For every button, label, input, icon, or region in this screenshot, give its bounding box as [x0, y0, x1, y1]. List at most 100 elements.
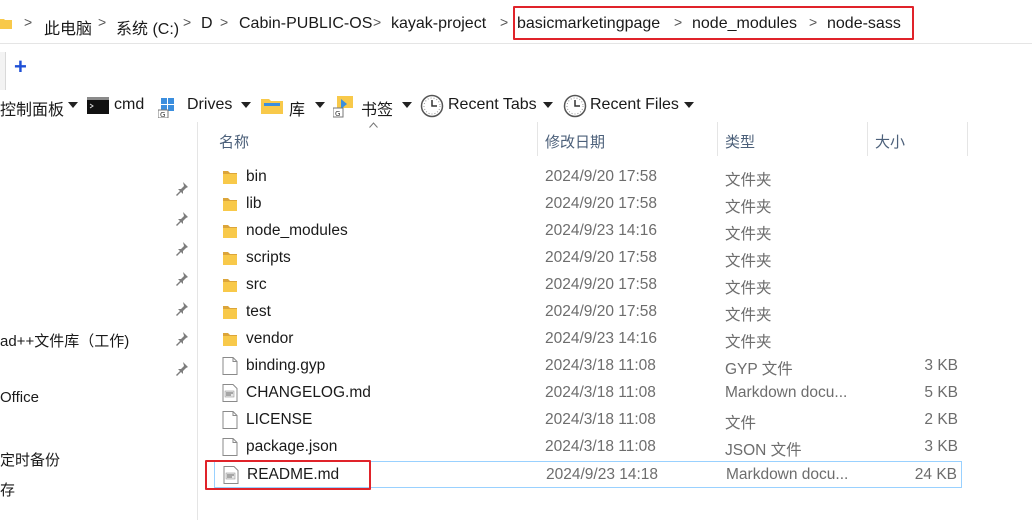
chevron-down-icon[interactable]	[684, 102, 694, 108]
file-date: 2024/3/18 11:08	[545, 384, 656, 401]
chevron-right-icon: >	[183, 14, 192, 30]
pin-icon[interactable]	[176, 212, 188, 226]
pin-icon[interactable]	[176, 272, 188, 286]
file-date: 2024/3/18 11:08	[545, 411, 656, 428]
file-name: binding.gyp	[246, 357, 326, 374]
table-row[interactable]: LICENSE 2024/3/18 11:08 文件 2 KB	[214, 407, 962, 434]
library-icon	[261, 99, 283, 114]
chevron-down-icon[interactable]	[68, 102, 78, 108]
breadcrumb-d[interactable]: D	[201, 15, 213, 33]
bookmark-control-panel[interactable]: 控制面板	[0, 96, 64, 120]
file-type: GYP 文件	[725, 361, 793, 378]
bookmark-library[interactable]: 库	[289, 96, 305, 120]
file-type: Markdown docu...	[726, 466, 849, 483]
svg-text:G: G	[160, 111, 165, 118]
column-divider[interactable]	[717, 122, 718, 156]
cmd-icon	[87, 97, 109, 114]
nav-item-office[interactable]: Office	[0, 389, 39, 406]
chevron-down-icon[interactable]	[241, 102, 251, 108]
file-date: 2024/9/20 17:58	[545, 303, 658, 320]
file-name: lib	[246, 195, 262, 212]
new-tab-button[interactable]: +	[14, 56, 27, 78]
pin-icon[interactable]	[176, 332, 188, 346]
file-type: Markdown docu...	[725, 384, 848, 401]
file-date: 2024/9/23 14:16	[545, 222, 658, 239]
highlight-box	[205, 460, 371, 490]
table-row[interactable]: scripts 2024/9/20 17:58 文件夹	[214, 245, 962, 272]
column-header-size[interactable]: 大小	[875, 122, 905, 156]
bookmark-bookmarks[interactable]: 书签	[361, 96, 393, 120]
folder-icon	[223, 225, 237, 238]
bookmark-drives[interactable]: Drives	[187, 96, 232, 114]
table-row[interactable]: package.json 2024/3/18 11:08 JSON 文件 3 KB	[214, 434, 962, 461]
file-type: 文件	[725, 415, 757, 432]
chevron-down-icon[interactable]	[315, 102, 325, 108]
file-name: LICENSE	[246, 411, 313, 428]
file-size: 3 KB	[924, 357, 958, 374]
file-date: 2024/9/23 14:16	[545, 330, 658, 347]
file-type: 文件夹	[725, 280, 772, 297]
file-size: 24 KB	[914, 466, 957, 483]
nav-item-notepad-library[interactable]: ad++文件库（工作)	[0, 330, 129, 351]
folder-icon	[223, 252, 237, 265]
table-row[interactable]: vendor 2024/9/23 14:16 文件夹	[214, 326, 962, 353]
file-size: 3 KB	[924, 438, 958, 455]
table-row[interactable]: node_modules 2024/9/23 14:16 文件夹	[214, 218, 962, 245]
column-header-name[interactable]: 名称	[219, 122, 249, 156]
file-name: package.json	[246, 438, 338, 455]
file-date: 2024/3/18 11:08	[545, 438, 656, 455]
chevron-right-icon: >	[220, 14, 229, 30]
table-row[interactable]: lib 2024/9/20 17:58 文件夹	[214, 191, 962, 218]
nav-item-storage[interactable]: 存	[0, 479, 15, 500]
bookmark-toolbar: 控制面板 cmd G Drives 库 G 书签 Recent Tabs Rec…	[0, 90, 1032, 122]
tab-active[interactable]	[0, 52, 6, 90]
chevron-down-icon[interactable]	[402, 102, 412, 108]
pin-icon[interactable]	[176, 182, 188, 196]
table-row[interactable]: bin 2024/9/20 17:58 文件夹	[214, 164, 962, 191]
breadcrumb-this-pc[interactable]: 此电脑	[44, 15, 92, 39]
file-icon	[222, 357, 238, 375]
file-type: 文件夹	[725, 226, 772, 243]
file-icon	[222, 411, 238, 429]
column-divider[interactable]	[537, 122, 538, 156]
bookmark-recent-tabs[interactable]: Recent Tabs	[448, 96, 537, 114]
column-divider[interactable]	[967, 122, 968, 156]
column-divider[interactable]	[867, 122, 868, 156]
folder-icon	[223, 306, 237, 319]
column-header-date[interactable]: 修改日期	[545, 122, 605, 156]
table-row[interactable]: CHANGELOG.md 2024/3/18 11:08 Markdown docu…	[214, 380, 962, 407]
bookmark-recent-files[interactable]: Recent Files	[590, 96, 679, 114]
address-bar[interactable]: > 此电脑 > 系统 (C:) > D > Cabin-PUBLIC-OS > …	[0, 0, 1032, 44]
breadcrumb-system-c[interactable]: 系统 (C:)	[116, 15, 179, 39]
pin-icon[interactable]	[176, 362, 188, 376]
clock-icon	[420, 94, 444, 118]
drives-icon: G	[158, 98, 174, 118]
file-name: vendor	[246, 330, 294, 347]
markdown-file-icon	[222, 384, 238, 402]
table-row[interactable]: test 2024/9/20 17:58 文件夹	[214, 299, 962, 326]
chevron-down-icon[interactable]	[543, 102, 553, 108]
file-name: bin	[246, 168, 267, 185]
file-name: CHANGELOG.md	[246, 384, 371, 401]
breadcrumb-cabin-public-os[interactable]: Cabin-PUBLIC-OS	[239, 15, 372, 33]
nav-item-backup[interactable]: 定时备份	[0, 449, 60, 470]
file-type: 文件夹	[725, 199, 772, 216]
clock-file-icon	[563, 94, 587, 118]
pin-icon[interactable]	[176, 302, 188, 316]
tab-row: +	[0, 44, 1032, 90]
folder-icon	[223, 171, 237, 184]
folder-icon	[223, 279, 237, 292]
file-list[interactable]: 名称 修改日期 类型 大小 bin 2024/9/20 17:58 文件夹 lib 20…	[199, 122, 1032, 520]
file-type: 文件夹	[725, 334, 772, 351]
folder-icon	[223, 333, 237, 346]
column-header-type[interactable]: 类型	[725, 122, 755, 156]
chevron-right-icon: >	[24, 14, 33, 30]
navigation-pane[interactable]: ad++文件库（工作) Office 定时备份 存	[0, 122, 198, 520]
table-row[interactable]: src 2024/9/20 17:58 文件夹	[214, 272, 962, 299]
pin-icon[interactable]	[176, 242, 188, 256]
breadcrumb-kayak-project[interactable]: kayak-project	[391, 15, 486, 33]
table-row[interactable]: binding.gyp 2024/3/18 11:08 GYP 文件 3 KB	[214, 353, 962, 380]
bookmark-cmd[interactable]: cmd	[114, 96, 144, 114]
file-icon	[222, 438, 238, 456]
file-date: 2024/9/20 17:58	[545, 168, 658, 185]
